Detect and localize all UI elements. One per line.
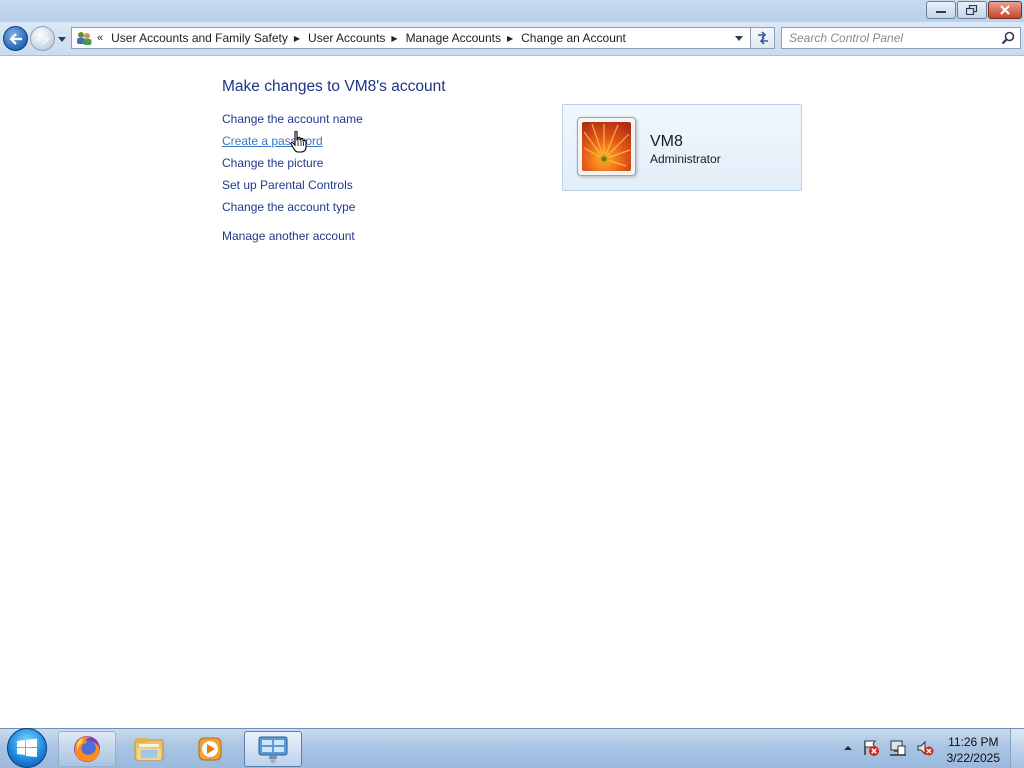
refresh-icon xyxy=(757,31,768,45)
volume-muted-icon[interactable] xyxy=(916,739,934,757)
action-center-icon[interactable] xyxy=(862,739,880,757)
close-icon xyxy=(1000,5,1010,15)
hand-pointer-cursor-icon xyxy=(290,131,307,153)
chevron-down-icon xyxy=(58,36,66,42)
breadcrumb-separator-arrow-icon[interactable]: ▶ xyxy=(389,34,401,43)
account-picture xyxy=(577,117,636,176)
back-arrow-icon xyxy=(8,32,22,45)
breadcrumb-separator-arrow-icon[interactable]: ▶ xyxy=(505,34,517,43)
taskbar-firefox-button[interactable] xyxy=(58,731,116,767)
breadcrumb-user-accounts-family-safety[interactable]: User Accounts and Family Safety xyxy=(107,31,292,45)
breadcrumb-user-accounts[interactable]: User Accounts xyxy=(304,31,389,45)
show-desktop-button[interactable] xyxy=(1010,729,1024,768)
search-box[interactable] xyxy=(781,27,1021,49)
search-input[interactable] xyxy=(782,31,992,45)
forward-button[interactable] xyxy=(30,26,55,51)
control-panel-icon xyxy=(258,736,288,764)
breadcrumb-change-an-account[interactable]: Change an Account xyxy=(517,31,630,45)
restore-button[interactable] xyxy=(957,1,987,19)
breadcrumb-manage-accounts[interactable]: Manage Accounts xyxy=(402,31,505,45)
taskbar-media-player-button[interactable] xyxy=(181,731,239,767)
start-button[interactable] xyxy=(0,727,54,768)
address-overflow-chevron[interactable]: « xyxy=(97,32,103,44)
manage-another-account-link[interactable]: Manage another account xyxy=(222,228,363,250)
taskbar-control-panel-button[interactable] xyxy=(244,731,302,767)
change-account-type-link[interactable]: Change the account type xyxy=(222,199,363,221)
caption-buttons xyxy=(926,1,1022,19)
minimize-button[interactable] xyxy=(926,1,956,19)
firefox-icon xyxy=(74,736,100,762)
taskbar-explorer-button[interactable] xyxy=(120,731,178,767)
windows-explorer-icon xyxy=(134,738,164,761)
taskbar: 11:26 PM 3/22/2025 xyxy=(0,728,1024,768)
user-accounts-icon xyxy=(75,30,93,46)
window-title-bar xyxy=(0,0,1024,22)
account-name: VM8 xyxy=(650,133,683,150)
address-history-dropdown[interactable] xyxy=(728,28,750,48)
page-title: Make changes to VM8's account xyxy=(222,78,446,95)
account-card: VM8 Administrator xyxy=(562,104,802,191)
clock-date: 3/22/2025 xyxy=(946,751,1000,765)
change-picture-link[interactable]: Change the picture xyxy=(222,155,363,177)
minimize-icon xyxy=(936,11,946,13)
address-bar[interactable]: « User Accounts and Family Safety ▶ User… xyxy=(71,27,751,49)
system-clock[interactable]: 11:26 PM 3/22/2025 xyxy=(947,734,1000,766)
recent-pages-dropdown[interactable] xyxy=(57,33,67,45)
breadcrumb-separator-arrow-icon[interactable]: ▶ xyxy=(292,34,304,43)
close-button[interactable] xyxy=(988,1,1022,19)
restore-icon xyxy=(966,5,978,15)
forward-arrow-icon xyxy=(36,32,49,45)
windows-logo-icon xyxy=(7,728,47,768)
navigation-bar: « User Accounts and Family Safety ▶ User… xyxy=(0,22,1024,56)
clock-time: 11:26 PM xyxy=(948,735,999,749)
notification-area xyxy=(843,739,934,757)
account-type: Administrator xyxy=(650,152,721,166)
change-account-name-link[interactable]: Change the account name xyxy=(222,111,363,133)
media-player-icon xyxy=(198,737,222,761)
network-icon[interactable] xyxy=(889,739,907,757)
chevron-down-icon xyxy=(735,35,743,41)
search-icon[interactable] xyxy=(1001,31,1015,45)
parental-controls-link[interactable]: Set up Parental Controls xyxy=(222,177,363,199)
show-hidden-icons-arrow[interactable] xyxy=(843,743,853,753)
refresh-button[interactable] xyxy=(750,27,775,49)
orange-flower-picture xyxy=(582,122,631,171)
back-button[interactable] xyxy=(3,26,28,51)
